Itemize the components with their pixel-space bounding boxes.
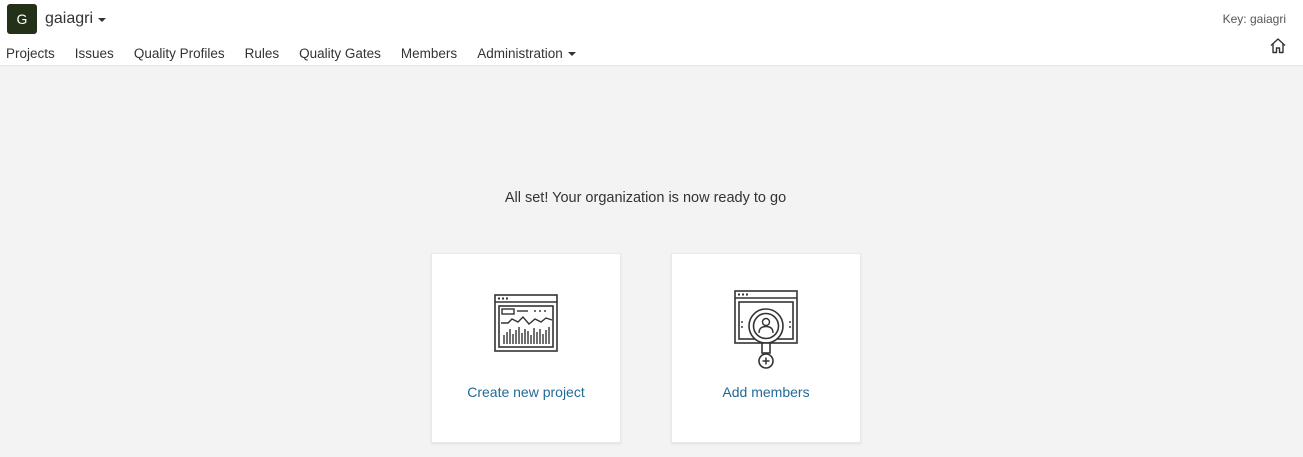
nav-members[interactable]: Members [401, 45, 457, 62]
nav-rules[interactable]: Rules [245, 45, 280, 62]
org-name-dropdown[interactable]: gaiagri [45, 10, 107, 28]
home-icon[interactable] [1269, 37, 1287, 55]
org-name: gaiagri [45, 10, 94, 27]
project-dashboard-icon [494, 294, 558, 352]
create-project-card[interactable]: Create new project [431, 253, 621, 443]
org-nav: Projects Issues Quality Profiles Rules Q… [6, 45, 596, 62]
caret-down-icon [567, 52, 576, 56]
top-navbar: G gaiagri Key: gaiagri Projects Issues Q… [0, 0, 1303, 66]
ready-message: All set! Your organization is now ready … [504, 190, 787, 206]
nav-administration-label: Administration [477, 46, 563, 61]
org-key: Key: gaiagri [1222, 12, 1286, 26]
caret-down-icon [98, 17, 107, 22]
add-member-icon [734, 290, 798, 369]
nav-issues[interactable]: Issues [75, 45, 114, 62]
add-members-card[interactable]: Add members [671, 253, 861, 443]
nav-administration[interactable]: Administration [477, 45, 576, 62]
nav-projects[interactable]: Projects [6, 45, 55, 62]
add-members-link[interactable]: Add members [672, 384, 860, 400]
org-switcher: G gaiagri [7, 4, 107, 34]
nav-quality-gates[interactable]: Quality Gates [299, 45, 381, 62]
nav-quality-profiles[interactable]: Quality Profiles [134, 45, 225, 62]
create-project-link[interactable]: Create new project [432, 384, 620, 400]
org-avatar: G [7, 4, 37, 34]
